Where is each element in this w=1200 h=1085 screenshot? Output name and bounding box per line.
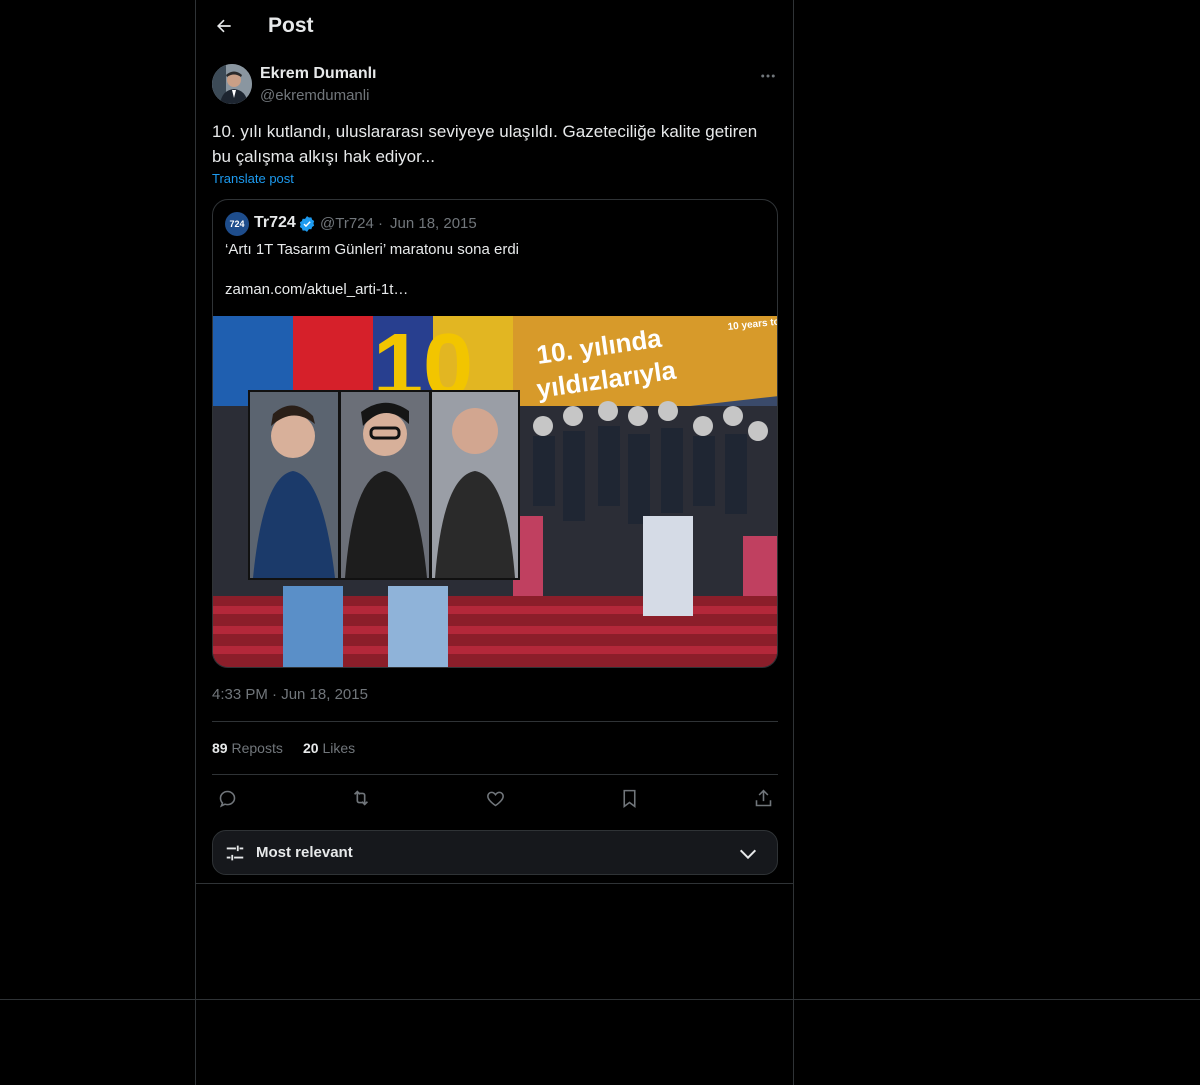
verified-badge-icon (299, 216, 315, 232)
quoted-account-name: Tr724 (254, 214, 296, 231)
reposts-label: Reposts (231, 740, 283, 756)
bookmark-button[interactable] (617, 786, 641, 810)
reply-button[interactable] (215, 786, 239, 810)
likes-stat[interactable]: 20 Likes (303, 740, 355, 756)
translate-post-link[interactable]: Translate post (212, 171, 294, 186)
divider-page-bottom (0, 999, 1200, 1000)
separator-dot: · (378, 215, 383, 232)
reply-icon (219, 790, 235, 808)
repost-button[interactable] (349, 786, 373, 810)
share-icon (755, 789, 771, 806)
quoted-post-card[interactable]: 724 Tr724 @Tr724 · Jun 18, 2015 ‘Artı 1T… (212, 199, 778, 668)
quoted-post-text: ‘Artı 1T Tasarım Günleri’ maratonu sona … (225, 241, 520, 258)
sort-label: Most relevant (256, 844, 353, 861)
author-name[interactable]: Ekrem Dumanlı (260, 65, 376, 83)
like-icon (486, 791, 504, 806)
post-text: 10. yılı kutlandı, uluslararası seviyeye… (212, 122, 758, 166)
quoted-post-image[interactable]: 10 10. yılında yıldızlarıyla 10 years to (213, 316, 778, 668)
chevron-down-icon (739, 849, 757, 860)
quoted-account-logo: 724 (225, 212, 249, 236)
divider-stats-top (212, 721, 778, 722)
author-handle[interactable]: @ekremdumanli (260, 87, 369, 104)
page-title: Post (268, 14, 314, 37)
arrow-left-icon (217, 19, 231, 33)
more-horizontal-icon (761, 74, 775, 78)
sliders-icon (226, 845, 244, 861)
divider-stats-bottom (212, 774, 778, 775)
likes-label: Likes (322, 740, 356, 756)
reposts-stat[interactable]: 89 Reposts (212, 740, 283, 756)
divider-bottom-of-post (195, 883, 794, 884)
more-options-button[interactable] (756, 66, 780, 86)
like-button[interactable] (483, 786, 507, 810)
share-button[interactable] (751, 786, 775, 810)
reposts-count: 89 (212, 740, 228, 756)
quoted-post-date: Jun 18, 2015 (390, 215, 477, 232)
repost-icon (353, 790, 369, 806)
avatar[interactable] (212, 64, 252, 104)
quoted-post-link[interactable]: zaman.com/aktuel_arti-1t… (225, 281, 408, 298)
back-button[interactable] (212, 14, 236, 38)
post-timestamp[interactable]: 4:33 PM · Jun 18, 2015 (212, 686, 368, 703)
sort-replies-dropdown[interactable]: Most relevant (212, 830, 778, 875)
likes-count: 20 (303, 740, 319, 756)
quoted-account-handle: @Tr724 (320, 215, 374, 232)
bookmark-icon (622, 789, 636, 808)
